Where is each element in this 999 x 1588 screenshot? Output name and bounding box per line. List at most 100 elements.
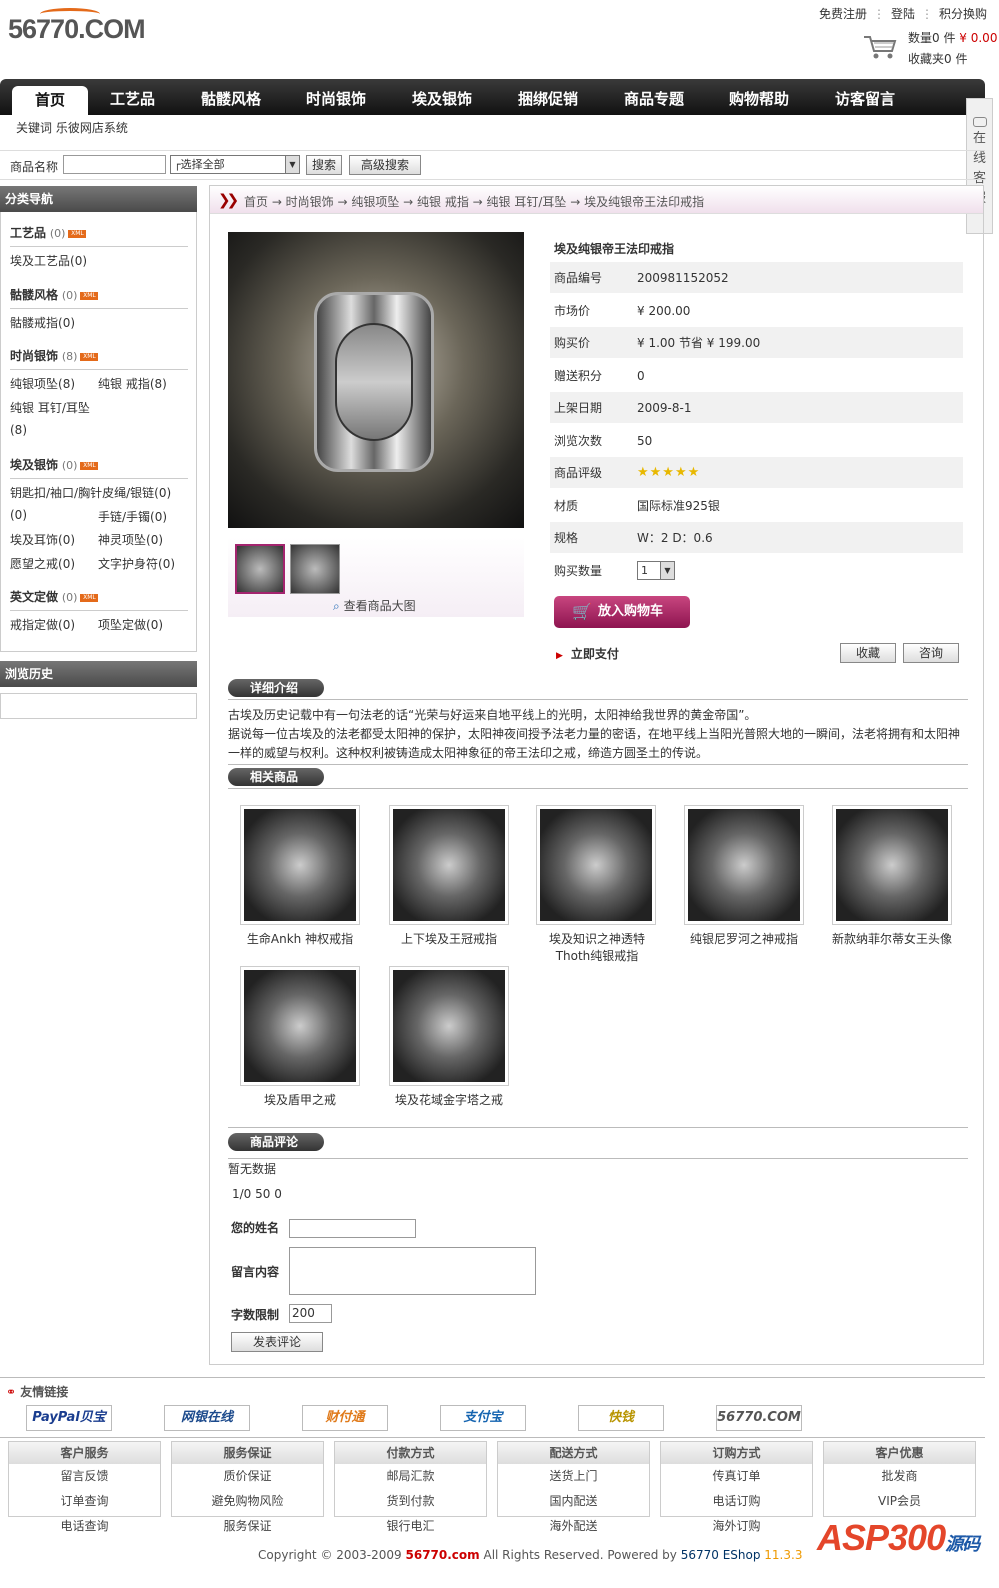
- nav-crafts[interactable]: 工艺品: [110, 88, 155, 109]
- breadcrumb[interactable]: 首页 → 时尚银饰 → 纯银项坠 → 纯银 戒指 → 纯银 耳钉/耳坠 → 埃及…: [244, 193, 704, 210]
- consult-button[interactable]: 咨询: [903, 643, 959, 663]
- site-logo[interactable]: 56770.COM: [8, 8, 146, 45]
- xml-icon[interactable]: XML: [80, 593, 99, 602]
- footer-link[interactable]: 银行电汇: [335, 1514, 486, 1539]
- footer-link[interactable]: 批发商: [824, 1464, 975, 1489]
- nav-fashion-silver[interactable]: 时尚银饰: [306, 88, 366, 109]
- subcategory-item[interactable]: 骷髅戒指(0): [10, 314, 75, 331]
- nav-guestbook[interactable]: 访客留言: [835, 88, 895, 109]
- xml-icon[interactable]: XML: [68, 229, 87, 238]
- subcategory-item[interactable]: 钥匙扣/袖口/胸针皮绳/银链(0): [10, 484, 171, 501]
- category-skull[interactable]: 骷髅风格 (0) XML: [10, 286, 99, 303]
- footer-link[interactable]: VIP会员: [824, 1489, 975, 1514]
- footer-link[interactable]: 订单查询: [9, 1489, 160, 1514]
- subcategory-item[interactable]: 文字护身符(0): [98, 555, 175, 572]
- footer-link[interactable]: 电话订购: [661, 1489, 812, 1514]
- xml-icon[interactable]: XML: [80, 352, 99, 361]
- related-product[interactable]: 埃及盾甲之戒: [240, 966, 360, 1109]
- submit-review-button[interactable]: 发表评论: [231, 1332, 323, 1352]
- nav-bundle[interactable]: 捆绑促销: [518, 88, 578, 109]
- category-nav: 工艺品 (0) XML 埃及工艺品(0) 骷髅风格 (0) XML 骷髅戒指(0) …: [0, 212, 197, 652]
- subcategory-item[interactable]: 神灵项坠(0): [98, 531, 163, 548]
- points-exchange-link[interactable]: 积分换购: [939, 7, 987, 21]
- cart-amount: ¥ 0.00: [959, 31, 998, 45]
- cart-count[interactable]: 数量0 件: [908, 31, 955, 45]
- chevron-down-icon: ▼: [660, 562, 674, 579]
- related-product[interactable]: 埃及花域金字塔之戒: [389, 966, 509, 1109]
- tenpay-logo[interactable]: 财付通: [302, 1405, 388, 1431]
- footer-link[interactable]: 传真订单: [661, 1464, 812, 1489]
- footer-link[interactable]: 海外配送: [498, 1514, 649, 1539]
- footer-link[interactable]: 电话查询: [9, 1514, 160, 1539]
- search-input[interactable]: [63, 155, 166, 174]
- thumbnail-2[interactable]: [290, 544, 340, 594]
- category-egypt-silver[interactable]: 埃及银饰 (0) XML: [10, 456, 99, 473]
- advanced-search-button[interactable]: 高级搜索: [349, 155, 421, 175]
- related-product[interactable]: 生命Ankh 神权戒指: [240, 805, 360, 948]
- footer-link[interactable]: 质价保证: [172, 1464, 323, 1489]
- view-large-image[interactable]: ⌕ 查看商品大图: [333, 597, 416, 614]
- nav-topics[interactable]: 商品专题: [624, 88, 684, 109]
- category-crafts[interactable]: 工艺品 (0) XML: [10, 224, 87, 241]
- cart-icon[interactable]: [862, 33, 898, 61]
- related-product[interactable]: 纯银尼罗河之神戒指: [684, 805, 804, 948]
- tab-review[interactable]: 商品评论: [228, 1133, 325, 1151]
- tab-detail[interactable]: 详细介绍: [228, 679, 325, 697]
- category-fashion-silver[interactable]: 时尚银饰 (8) XML: [10, 347, 99, 364]
- subcategory-item[interactable]: 手链/手镯(0): [98, 508, 167, 525]
- nav-home[interactable]: 首页: [12, 86, 88, 115]
- pay-now-link[interactable]: ▶ 立即支付: [556, 645, 619, 662]
- xml-icon[interactable]: XML: [80, 461, 99, 470]
- search-button[interactable]: 搜索: [306, 155, 342, 175]
- category-english-custom[interactable]: 英文定做 (0) XML: [10, 588, 99, 605]
- info-row: 购买数量 1 ▼: [550, 555, 963, 587]
- thumbnail-1[interactable]: [235, 544, 285, 594]
- related-product[interactable]: 上下埃及王冠戒指: [389, 805, 509, 948]
- footer-link[interactable]: 邮局汇款: [335, 1464, 486, 1489]
- favorites-count[interactable]: 收藏夹0 件: [908, 52, 967, 66]
- limit-input[interactable]: 200: [289, 1304, 332, 1323]
- favorite-button[interactable]: 收藏: [840, 643, 896, 663]
- category-select[interactable]: ┌选择全部 ▼: [170, 155, 300, 174]
- paypal-logo[interactable]: PayPal贝宝: [26, 1405, 112, 1431]
- main-nav: 首页 工艺品 骷髅风格 时尚银饰 埃及银饰 捆绑促销 商品专题 购物帮助 访客留…: [0, 79, 985, 115]
- 56770-logo[interactable]: 56770.COM: [716, 1405, 802, 1431]
- subcategory-item[interactable]: 项坠定做(0): [98, 616, 163, 633]
- subcategory-item[interactable]: 埃及工艺品(0): [10, 252, 87, 269]
- 99bill-logo[interactable]: 快钱: [578, 1405, 664, 1431]
- xml-icon[interactable]: XML: [80, 291, 99, 300]
- related-product[interactable]: 埃及知识之神透特Thoth纯银戒指: [536, 805, 658, 965]
- friend-links-title: ⚭ 友情链接: [6, 1385, 69, 1399]
- footer-link[interactable]: 货到付款: [335, 1489, 486, 1514]
- subcategory-item[interactable]: 纯银 耳钉/耳坠: [10, 399, 90, 416]
- add-to-cart-button[interactable]: 🛒 放入购物车: [554, 596, 690, 628]
- footer-link[interactable]: 留言反馈: [9, 1464, 160, 1489]
- quantity-select[interactable]: 1 ▼: [637, 561, 675, 580]
- related-product[interactable]: 新款纳菲尔蒂女王头像: [832, 805, 952, 948]
- footer-col-guarantee: 服务保证 质价保证 避免购物风险 服务保证: [171, 1441, 324, 1533]
- subcategory-item[interactable]: 戒指定做(0): [10, 616, 75, 633]
- footer-link[interactable]: 海外订购: [661, 1514, 812, 1539]
- alipay-logo[interactable]: 支付宝: [440, 1405, 526, 1431]
- tab-related[interactable]: 相关商品: [228, 768, 325, 786]
- register-link[interactable]: 免费注册: [819, 7, 867, 21]
- nav-skull[interactable]: 骷髅风格: [201, 88, 261, 109]
- subcategory-item[interactable]: 愿望之戒(0): [10, 555, 75, 572]
- subcategory-item[interactable]: 纯银项坠(8): [10, 375, 75, 392]
- footer-link[interactable]: 送货上门: [498, 1464, 649, 1489]
- chinabank-logo[interactable]: 网银在线: [164, 1405, 250, 1431]
- nav-egypt-silver[interactable]: 埃及银饰: [412, 88, 472, 109]
- divider: [228, 1158, 968, 1159]
- product-main-image[interactable]: [228, 232, 524, 528]
- content-textarea[interactable]: [289, 1247, 536, 1295]
- subcategory-item[interactable]: 埃及耳饰(0): [10, 531, 75, 548]
- footer-link[interactable]: 避免购物风险: [172, 1489, 323, 1514]
- search-bar: 商品名称 ┌选择全部 ▼ 搜索 高级搜索: [0, 150, 985, 180]
- review-pager[interactable]: 1/0 50 0: [232, 1187, 282, 1201]
- subcategory-item[interactable]: 纯银 戒指(8): [98, 375, 167, 392]
- footer-link[interactable]: 国内配送: [498, 1489, 649, 1514]
- name-input[interactable]: [289, 1219, 416, 1238]
- nav-help[interactable]: 购物帮助: [729, 88, 789, 109]
- footer-link[interactable]: 服务保证: [172, 1514, 323, 1539]
- login-link[interactable]: 登陆: [891, 7, 915, 21]
